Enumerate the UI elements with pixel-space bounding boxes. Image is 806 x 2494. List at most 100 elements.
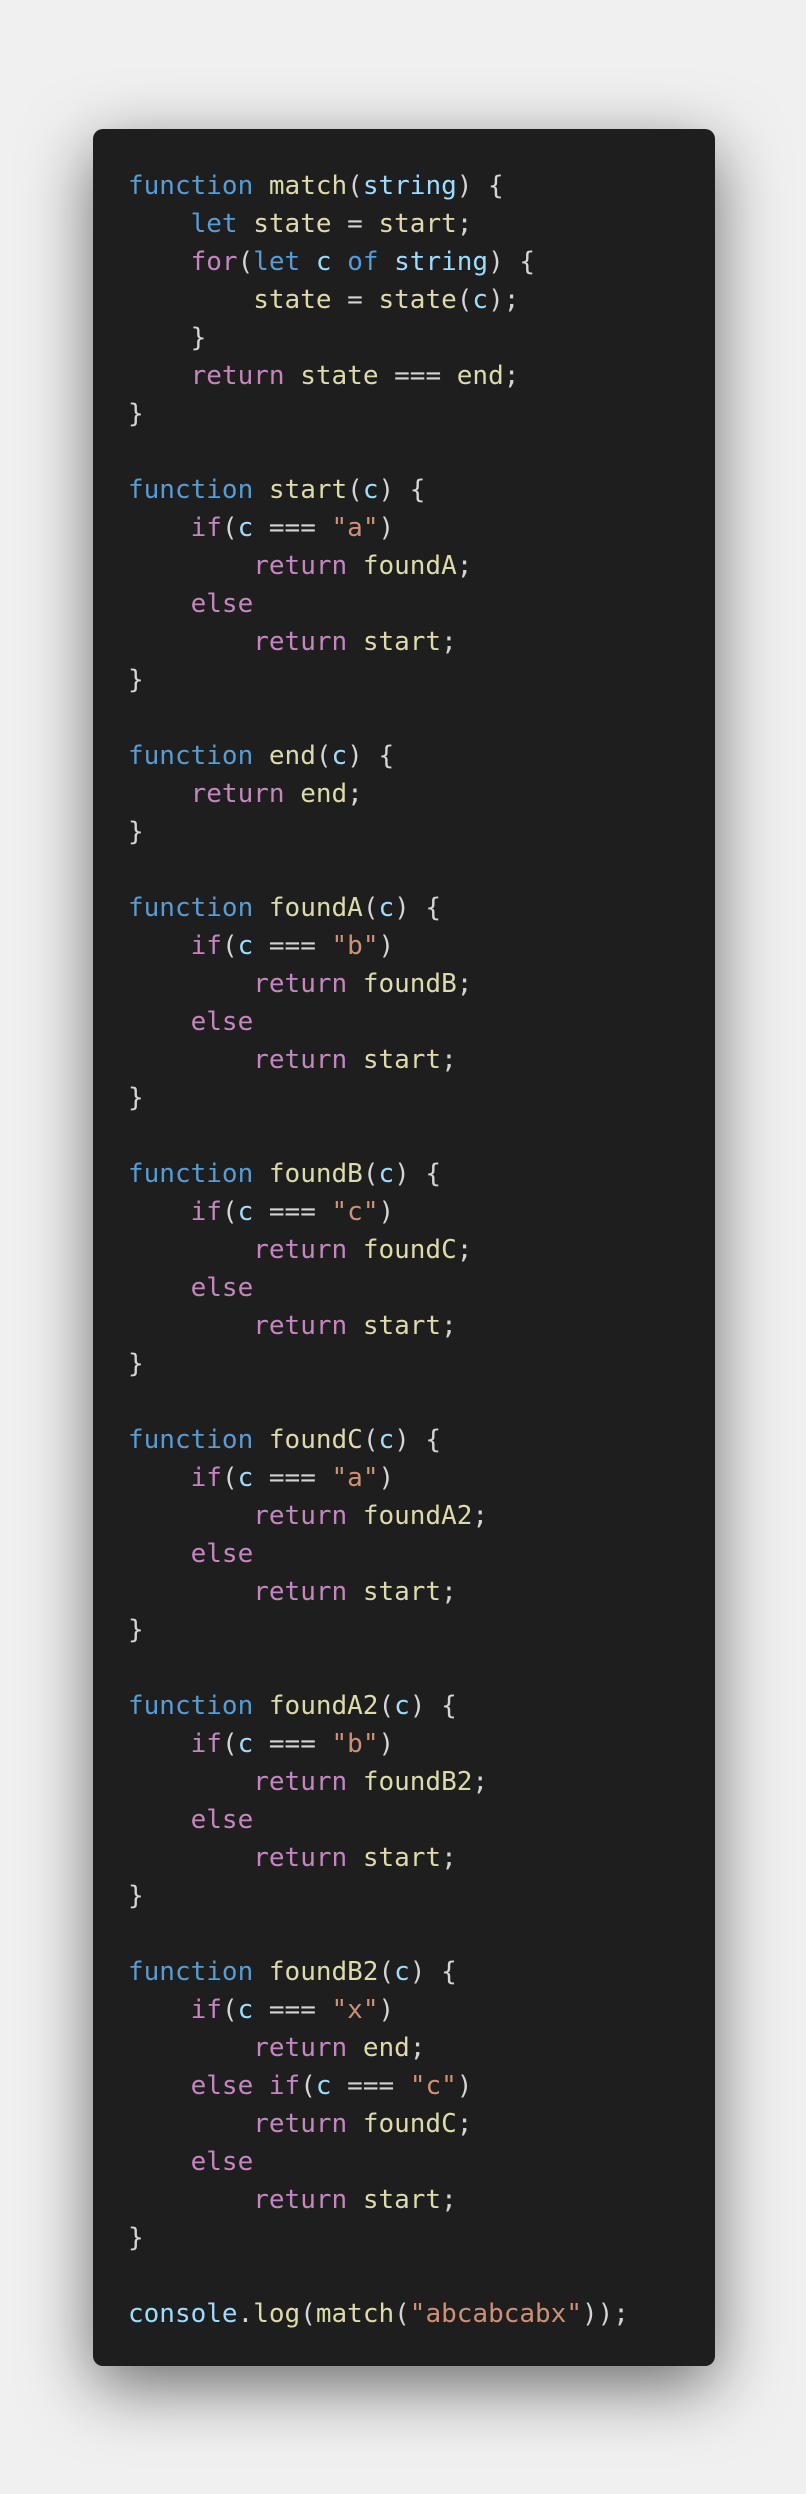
code-line: state = state(c);: [128, 281, 715, 319]
code-token: ===: [253, 513, 332, 543]
code-token: else: [190, 1007, 254, 1037]
code-line: function foundB(c) {: [128, 1155, 715, 1193]
code-token: ;: [456, 2109, 473, 2139]
code-line: for(let c of string) {: [128, 243, 715, 281]
code-line: else: [128, 585, 715, 623]
code-line: return start;: [128, 1041, 715, 1079]
code-token: (: [378, 1691, 395, 1721]
code-token: c: [472, 285, 489, 315]
code-token: of: [347, 247, 379, 277]
code-token: else: [190, 2147, 254, 2177]
code-token: ;: [503, 361, 520, 391]
code-token: if: [190, 1995, 222, 2025]
code-line: function foundC(c) {: [128, 1421, 715, 1459]
code-token: c: [315, 2071, 332, 2101]
code-token: if: [190, 1197, 222, 1227]
code-token: (: [221, 931, 238, 961]
code-token: start: [268, 475, 348, 505]
code-line: else: [128, 1801, 715, 1839]
code-token: ===: [378, 361, 457, 391]
code-token: else: [190, 1273, 254, 1303]
code-token: start: [378, 209, 457, 239]
code-token: function: [128, 741, 254, 771]
code-token: ;: [456, 1235, 473, 1265]
code-token: if: [190, 1463, 222, 1493]
code-line: if(c === "a"): [128, 509, 715, 547]
code-token: ;: [472, 1767, 489, 1797]
code-token: c: [394, 1691, 410, 1721]
code-token: c: [237, 1197, 254, 1227]
code-line: function start(c) {: [128, 471, 715, 509]
code-token: ===: [253, 931, 332, 961]
code-token: c: [315, 247, 332, 277]
code-token: ) {: [409, 1957, 457, 1987]
code-token: start: [362, 1577, 442, 1607]
code-token: c: [378, 1159, 395, 1189]
code-token: =: [331, 209, 379, 239]
code-token: ;: [456, 551, 473, 581]
code-line: function end(c) {: [128, 737, 715, 775]
code-token: let: [190, 209, 238, 239]
code-token: }: [128, 817, 144, 847]
code-token: string: [394, 247, 489, 277]
code-token: if: [190, 931, 222, 961]
code-line: }: [128, 319, 715, 357]
code-token: (: [362, 1159, 379, 1189]
code-token: ;: [441, 627, 457, 657]
code-token: ===: [253, 1463, 332, 1493]
code-token: "a": [331, 513, 379, 543]
code-token: else: [190, 2071, 254, 2101]
code-token: start: [362, 627, 442, 657]
code-token: return: [253, 2185, 348, 2215]
code-token: ): [378, 931, 395, 961]
code-token: return: [253, 627, 348, 657]
code-token: c: [237, 1995, 254, 2025]
code-token: ): [456, 2071, 473, 2101]
code-token: foundB: [268, 1159, 363, 1189]
code-token: start: [362, 1843, 442, 1873]
code-token: "x": [331, 1995, 379, 2025]
code-token: return: [253, 1045, 348, 1075]
code-token: console: [128, 2299, 238, 2329]
code-token: ===: [253, 1197, 332, 1227]
code-token: c: [362, 475, 379, 505]
code-token: (: [300, 2299, 316, 2329]
code-token: c: [394, 1957, 410, 1987]
code-token: if: [268, 2071, 301, 2101]
code-token: state: [253, 285, 332, 315]
code-token: c: [378, 1425, 395, 1455]
code-token: }: [128, 2223, 144, 2253]
code-token: ;: [456, 209, 473, 239]
code-token: ===: [253, 1995, 332, 2025]
code-line: function match(string) {: [128, 167, 715, 205]
code-token: ) {: [394, 1159, 442, 1189]
code-token: c: [378, 893, 395, 923]
code-token: }: [128, 399, 144, 429]
code-token: ;: [441, 1577, 457, 1607]
code-token: start: [362, 2185, 442, 2215]
